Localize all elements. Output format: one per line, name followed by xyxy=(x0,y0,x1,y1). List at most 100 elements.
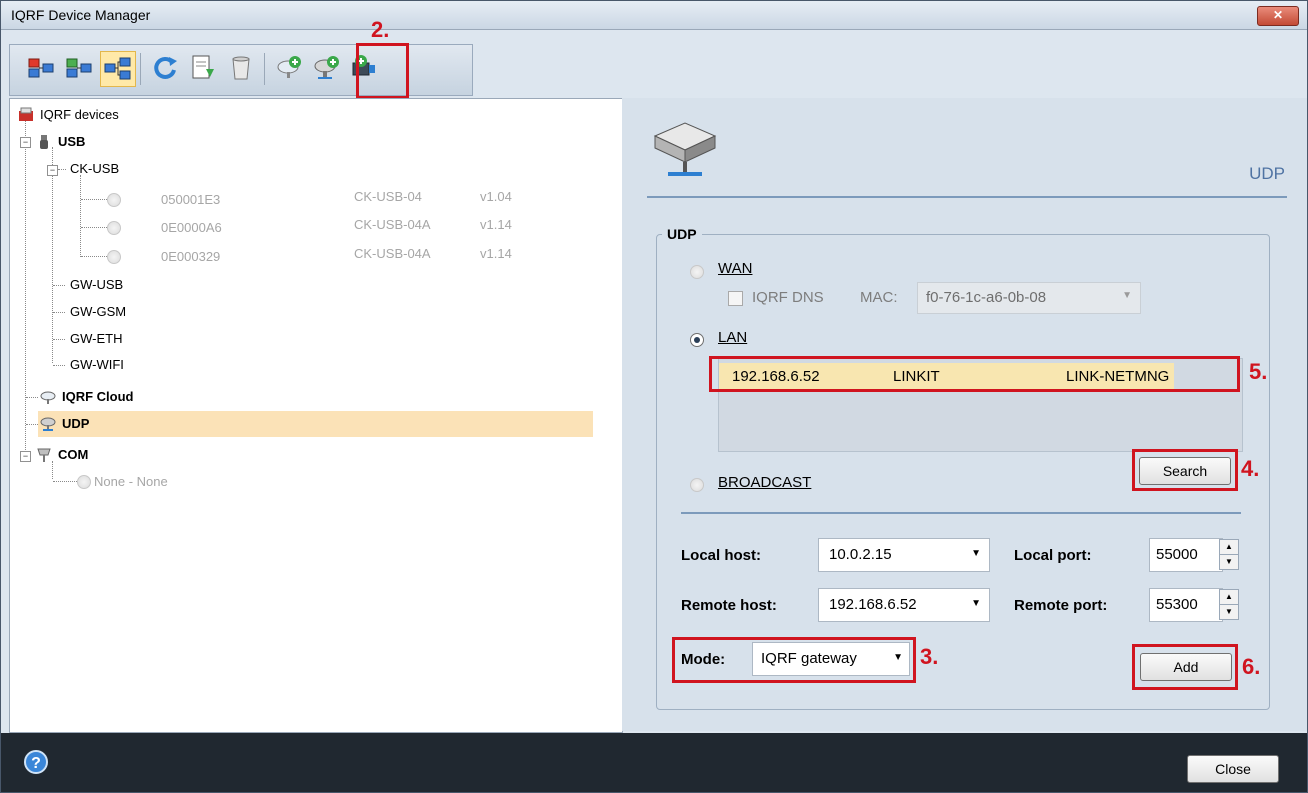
tree-node-gw-usb[interactable]: GW-USB xyxy=(70,274,123,296)
tree-line xyxy=(53,339,65,340)
device-model: CK-USB-04 xyxy=(354,189,422,204)
tree-view-icon[interactable] xyxy=(100,51,136,87)
remote-host-value: 192.168.6.52 xyxy=(829,596,917,613)
lan-label: LAN xyxy=(718,329,748,346)
tree-line xyxy=(80,175,81,257)
iqrf-devices-icon xyxy=(19,107,33,121)
window-close-button[interactable]: ✕ xyxy=(1257,6,1299,26)
device-version: v1.14 xyxy=(480,217,512,232)
tree-line xyxy=(52,147,53,363)
lan-radio[interactable] xyxy=(690,333,704,347)
tree-node-udp[interactable]: UDP xyxy=(40,413,89,435)
remote-host-label: Remote host: xyxy=(681,597,777,614)
tree-line xyxy=(26,424,38,425)
udp-settings-panel: UDP UDP WAN IQRF DNS MAC: f0-76-1c-a6-0b… xyxy=(622,98,1307,731)
tree-node-gw-gsm[interactable]: GW-GSM xyxy=(70,301,126,323)
device-id: 0E000329 xyxy=(161,249,221,264)
tree-line xyxy=(53,285,65,286)
toolbar-separator xyxy=(140,53,141,85)
com-icon xyxy=(37,448,51,462)
tree-node-ck-usb[interactable]: CK-USB xyxy=(70,158,119,180)
tree-node-root[interactable]: IQRF devices xyxy=(18,104,119,126)
tree-node-com[interactable]: COM xyxy=(36,444,88,466)
remote-port-value: 55300 xyxy=(1156,596,1198,613)
iqrf-dns-label: IQRF DNS xyxy=(752,289,824,306)
tree-line xyxy=(26,397,38,398)
udp-header-icon xyxy=(653,122,717,176)
annotation-box-search xyxy=(1132,449,1238,491)
spin-up-icon[interactable]: ▲ xyxy=(1219,539,1239,555)
annotation-box-mode xyxy=(672,637,916,683)
annotation-label: 6. xyxy=(1242,654,1261,679)
annotation-label: 2. xyxy=(371,17,390,42)
collapse-icon[interactable]: − xyxy=(20,137,31,148)
tree-selection-highlight xyxy=(38,411,593,437)
device-radio[interactable] xyxy=(107,250,121,264)
device-id: 0E0000A6 xyxy=(161,220,222,235)
refresh-icon[interactable] xyxy=(148,51,182,85)
annotation-label: 3. xyxy=(920,644,939,669)
tree-label-com: COM xyxy=(58,447,89,462)
tree-label-udp: UDP xyxy=(62,416,90,431)
mac-value: f0-76-1c-a6-0b-08 xyxy=(926,289,1047,306)
tree-line xyxy=(53,312,65,313)
disconnect-icon[interactable] xyxy=(24,51,58,85)
mac-combobox[interactable]: f0-76-1c-a6-0b-08 ▼ xyxy=(917,282,1141,314)
tree-label-root: IQRF devices xyxy=(40,107,119,122)
tree-label-usb: USB xyxy=(58,134,86,149)
groupbox-title: UDP xyxy=(662,226,702,242)
export-icon[interactable] xyxy=(186,51,220,85)
remote-port-label: Remote port: xyxy=(1014,597,1108,614)
device-tree: IQRF devices − USB − CK-USB 050001E3 CK-… xyxy=(9,98,623,733)
chevron-down-icon: ▼ xyxy=(1122,290,1132,301)
tree-node-usb[interactable]: USB xyxy=(36,131,85,153)
broadcast-radio[interactable] xyxy=(690,478,704,492)
tree-line xyxy=(81,227,109,228)
device-version: v1.04 xyxy=(480,189,512,204)
radio-dot xyxy=(694,337,700,343)
local-port-value: 55000 xyxy=(1156,546,1198,563)
device-radio[interactable] xyxy=(107,221,121,235)
toolbar-separator xyxy=(264,53,265,85)
spin-down-icon[interactable]: ▼ xyxy=(1219,604,1239,620)
device-model: CK-USB-04A xyxy=(354,217,431,232)
local-port-stepper[interactable]: 55000 xyxy=(1149,538,1223,572)
collapse-icon[interactable]: − xyxy=(47,165,58,176)
annotation-box-lan xyxy=(709,356,1240,392)
wan-label: WAN xyxy=(718,260,753,277)
remote-port-stepper[interactable]: 55300 xyxy=(1149,588,1223,622)
help-icon[interactable]: ? xyxy=(23,749,49,775)
delete-icon[interactable] xyxy=(224,51,258,85)
header-divider xyxy=(647,196,1287,198)
local-port-label: Local port: xyxy=(1014,547,1092,564)
chevron-down-icon: ▼ xyxy=(971,548,981,559)
svg-text:?: ? xyxy=(31,755,41,772)
device-radio[interactable] xyxy=(107,193,121,207)
device-model: CK-USB-04A xyxy=(354,246,431,261)
com-radio[interactable] xyxy=(77,475,91,489)
cloud-icon xyxy=(40,391,56,404)
connect-icon[interactable] xyxy=(62,51,96,85)
tree-node-com-none[interactable]: None - None xyxy=(94,471,168,493)
annotation-box-add xyxy=(1132,644,1238,690)
spin-down-icon[interactable]: ▼ xyxy=(1219,554,1239,570)
app-window: IQRF Device Manager ✕ 2. IQRF devices − … xyxy=(0,0,1308,793)
section-divider xyxy=(681,512,1241,514)
remote-host-combobox[interactable]: 192.168.6.52 ▼ xyxy=(818,588,990,622)
broadcast-label: BROADCAST xyxy=(718,474,812,491)
local-host-combobox[interactable]: 10.0.2.15 ▼ xyxy=(818,538,990,572)
wan-radio[interactable] xyxy=(690,265,704,279)
tree-node-iqrf-cloud[interactable]: IQRF Cloud xyxy=(40,386,134,408)
tree-node-gw-wifi[interactable]: GW-WIFI xyxy=(70,354,124,376)
close-button[interactable]: Close xyxy=(1187,755,1279,783)
tree-node-gw-eth[interactable]: GW-ETH xyxy=(70,328,122,350)
device-id: 050001E3 xyxy=(161,192,221,207)
add-cloud-icon[interactable] xyxy=(272,51,306,85)
iqrf-dns-checkbox[interactable] xyxy=(728,291,743,306)
tree-line xyxy=(53,365,65,366)
add-udp-icon[interactable] xyxy=(310,51,344,85)
spin-up-icon[interactable]: ▲ xyxy=(1219,589,1239,605)
tree-line xyxy=(81,199,109,200)
chevron-down-icon: ▼ xyxy=(971,598,981,609)
collapse-icon[interactable]: − xyxy=(20,451,31,462)
